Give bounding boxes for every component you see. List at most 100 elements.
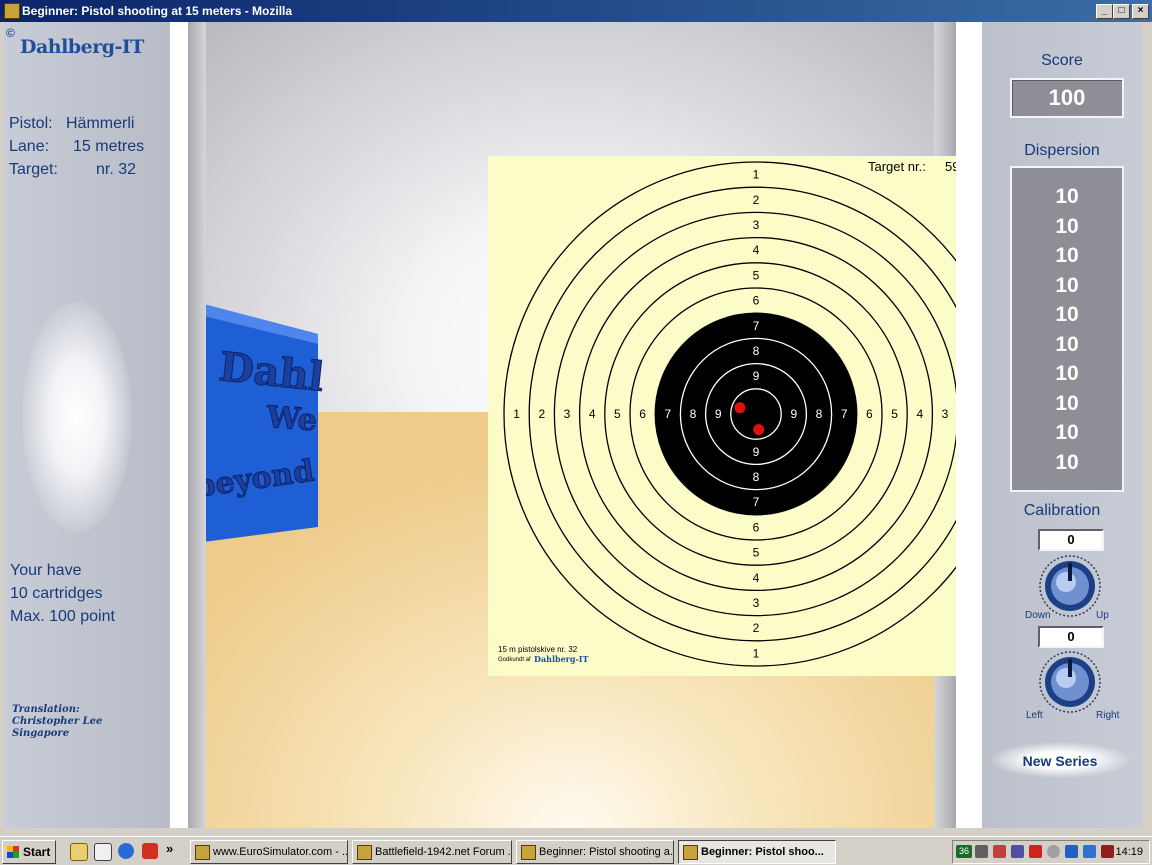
left-info-panel: © Dahlberg-IT Pistol: Hämmerli Lane: 15 … [4,22,170,828]
translation-line-2: Christopher Lee [12,716,103,727]
tray-app-icon[interactable] [1011,845,1024,858]
media-icon[interactable] [142,843,158,859]
cartridges-line-2: 10 cartridges [10,585,103,602]
start-button[interactable]: Start [2,840,56,864]
taskbar: Start » www.EuroSimulator.com - ... Batt… [0,836,1152,865]
calibration-vertical-input[interactable]: 0 [1038,529,1104,551]
mozilla-app-icon [4,3,20,19]
ring-number-label: 4 [916,407,923,421]
ring-number-label: 6 [866,407,873,421]
volume-icon[interactable] [975,845,988,858]
minimize-button[interactable]: _ [1096,4,1113,19]
ring-number-label: 3 [942,407,949,421]
taskbar-button-beginner-active[interactable]: Beginner: Pistol shoo... [678,840,836,864]
tray-counter-icon[interactable]: 36 [956,845,972,858]
tray-app-icon[interactable] [1065,845,1078,858]
horizontal-calibration-knob[interactable] [1038,650,1102,714]
ring-number-label: 9 [753,445,760,459]
right-label: Right [1096,710,1120,721]
shooting-range-scene: Dahl We beyond 1111222233334444555566667… [188,22,956,828]
close-button[interactable]: × [1132,4,1149,19]
start-label: Start [23,845,51,859]
tray-app-icon[interactable] [1047,845,1060,858]
translation-line-3: Singapore [12,728,70,739]
ring-number-label: 9 [753,369,760,383]
dispersion-value: 10 [1055,450,1079,474]
ring-number-label: 2 [538,407,545,421]
dispersion-value: 10 [1055,303,1079,326]
ring-number-label: 3 [753,596,760,610]
ring-number-label: 4 [753,571,760,585]
ring-number-label: 6 [753,520,760,534]
target-number-value: 59049 [945,159,956,174]
ring-number-label: 3 [564,407,571,421]
tray-app-icon[interactable] [1029,845,1042,858]
target-card[interactable]: 11112222333344445555666677778888999910 T… [488,156,956,676]
dispersion-value: 10 [1055,185,1079,208]
tray-app-icon[interactable] [1083,845,1096,858]
copyright-mark: © [6,26,15,40]
mozilla-icon [195,845,210,860]
system-tray: 36 14:19 [952,840,1150,864]
up-label: Up [1096,610,1109,621]
taskbar-button-label: Beginner: Pistol shoo... [701,846,824,858]
maximize-button[interactable]: □ [1113,4,1130,19]
score-value: 100 [1010,78,1124,118]
ring-number-label: 3 [753,218,760,232]
cartridges-line-1: Your have [10,562,82,579]
taskbar-button-label: Battlefield-1942.net Forum ... [375,846,512,858]
calibration-heading: Calibration [1023,502,1101,519]
dispersion-value: 10 [1055,214,1079,238]
pistol-value: Hämmerli [66,115,135,132]
dispersion-value: 10 [1055,244,1079,267]
clock[interactable]: 14:19 [1115,846,1143,858]
score-heading: Score [1041,52,1083,69]
tray-app-icon[interactable] [993,845,1006,858]
new-series-button[interactable]: New Series [990,742,1130,778]
target-footer-prefix: Godkundt af [498,657,531,663]
window-title-bar[interactable]: Beginner: Pistol shooting at 15 meters -… [0,0,1152,22]
ring-number-label: 6 [639,407,646,421]
show-desktop-icon[interactable] [70,843,88,861]
dispersion-value: 10 [1055,362,1079,385]
pistol-label: Pistol: [9,115,53,132]
window-title: Beginner: Pistol shooting at 15 meters -… [22,4,293,18]
ring-number-label: 8 [753,470,760,484]
vertical-calibration-knob[interactable] [1038,554,1102,618]
dispersion-heading: Dispersion [1024,142,1100,159]
dahlberg-logo[interactable]: Dahlberg-IT [20,36,144,58]
ring-number-label: 5 [753,546,760,560]
tray-app-icon[interactable] [1101,845,1114,858]
mozilla-icon [683,845,698,860]
ring-number-label: 2 [753,193,760,207]
taskbar-button-beginner-1[interactable]: Beginner: Pistol shooting a... [516,840,674,864]
ring-number-label: 7 [753,495,760,509]
target-rings[interactable]: 11112222333344445555666677778888999910 T… [488,156,956,676]
calibration-horizontal-input[interactable]: 0 [1038,626,1104,648]
ring-number-label: 8 [816,407,823,421]
internet-explorer-icon[interactable] [118,843,134,859]
taskbar-button-label: Beginner: Pistol shooting a... [539,846,674,858]
page-content: © Dahlberg-IT Pistol: Hämmerli Lane: 15 … [4,22,1142,828]
ring-number-label: 2 [753,621,760,635]
search-icon[interactable] [94,843,112,861]
decorative-glow [22,302,132,532]
taskbar-button-battlefield[interactable]: Battlefield-1942.net Forum ... [352,840,512,864]
bullet-hit [753,424,765,436]
target-footer-line-1: 15 m pistolskive nr. 32 [498,645,578,654]
ring-number-label: 8 [753,344,760,358]
ring-number-label: 9 [715,407,722,421]
window-right-edge [1142,22,1152,828]
down-label: Down [1025,610,1051,621]
left-label: Left [1026,710,1043,721]
ring-number-label: 7 [753,319,760,333]
dispersion-list: 10 10 10 10 10 10 10 10 10 10 [1012,182,1122,477]
ring-number-label: 4 [589,407,596,421]
bullet-hit [734,402,746,414]
ring-number-label: 7 [664,407,671,421]
quicklaunch-chevron-icon[interactable]: » [166,841,173,856]
dispersion-value: 10 [1055,273,1079,297]
ring-number-label: 5 [753,268,760,282]
taskbar-button-eurosimulator[interactable]: www.EuroSimulator.com - ... [190,840,348,864]
mozilla-icon [357,845,372,860]
